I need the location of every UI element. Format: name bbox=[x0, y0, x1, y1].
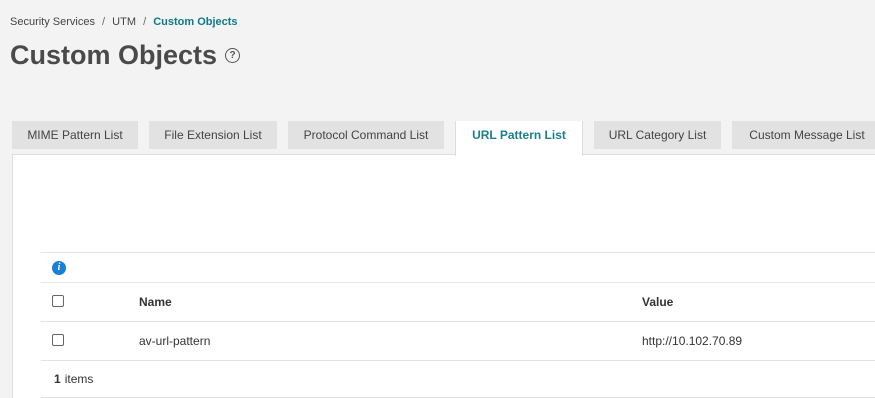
tab-url-category-list[interactable]: URL Category List bbox=[594, 121, 721, 149]
table-row[interactable]: av-url-pattern http://10.102.70.89 bbox=[41, 322, 875, 361]
item-count-label: items bbox=[64, 372, 94, 386]
breadcrumb-custom-objects: Custom Objects bbox=[153, 16, 238, 28]
grid-header-row: Name Value bbox=[41, 283, 875, 322]
row-value-cell: http://10.102.70.89 bbox=[642, 334, 743, 348]
breadcrumb-utm[interactable]: UTM bbox=[112, 16, 136, 28]
breadcrumb-separator: / bbox=[102, 16, 106, 28]
column-header-value[interactable]: Value bbox=[642, 295, 673, 309]
tab-protocol-command-list[interactable]: Protocol Command List bbox=[288, 121, 444, 149]
tab-bar: MIME Pattern List File Extension List Pr… bbox=[12, 121, 875, 156]
column-header-name[interactable]: Name bbox=[139, 295, 172, 309]
tab-file-extension-list[interactable]: File Extension List bbox=[149, 121, 277, 149]
grid-info-bar: i bbox=[41, 253, 875, 283]
tab-content-panel: i Name Value av-url-pattern http://10.10… bbox=[12, 154, 875, 398]
grid-footer: 1 items bbox=[41, 361, 875, 398]
help-icon[interactable]: ? bbox=[225, 48, 241, 63]
tab-custom-message-list[interactable]: Custom Message List bbox=[732, 121, 875, 149]
url-pattern-grid: i Name Value av-url-pattern http://10.10… bbox=[41, 252, 875, 398]
page-title: Custom Objects bbox=[10, 40, 218, 70]
page-title-row: Custom Objects ? bbox=[10, 40, 241, 71]
row-checkbox[interactable] bbox=[52, 334, 64, 346]
info-icon[interactable]: i bbox=[52, 260, 66, 275]
breadcrumb-security-services[interactable]: Security Services bbox=[10, 16, 95, 28]
row-name-cell: av-url-pattern bbox=[139, 334, 211, 348]
breadcrumb: Security Services / UTM / Custom Objects bbox=[10, 16, 238, 28]
select-all-checkbox[interactable] bbox=[52, 295, 64, 307]
tab-url-pattern-list[interactable]: URL Pattern List bbox=[455, 121, 583, 156]
breadcrumb-separator: / bbox=[143, 16, 147, 28]
tab-mime-pattern-list[interactable]: MIME Pattern List bbox=[12, 121, 138, 149]
item-count: 1 bbox=[54, 372, 61, 386]
